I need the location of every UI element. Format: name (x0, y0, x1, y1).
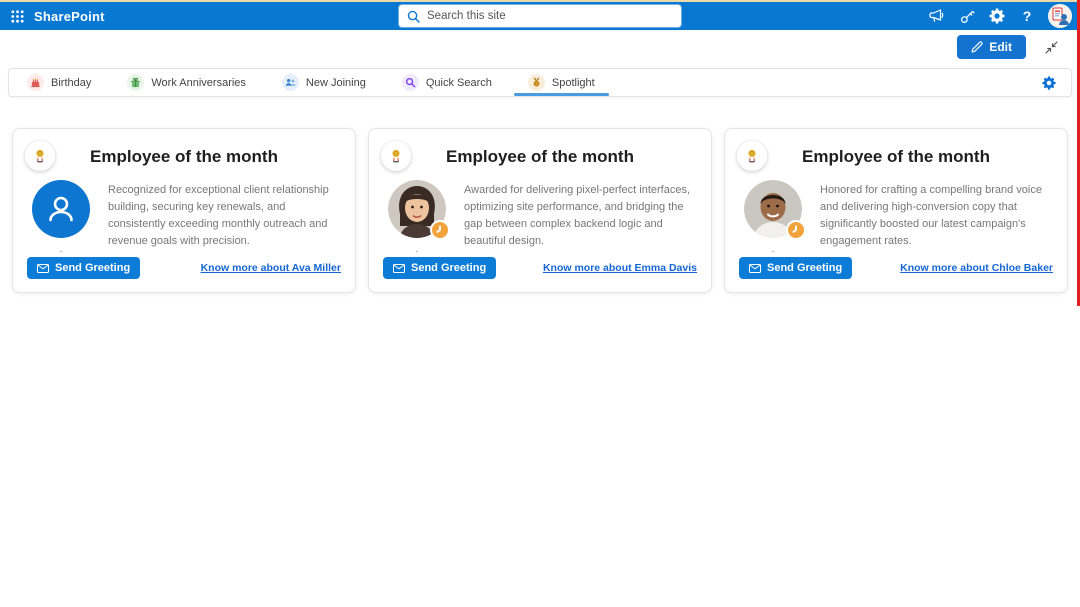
edit-button-label: Edit (989, 40, 1012, 54)
know-more-link[interactable]: Know more about Ava Miller (201, 262, 341, 274)
card-title: Employee of the month (383, 147, 697, 167)
edit-button[interactable]: Edit (957, 35, 1026, 59)
employee-cards-row: Employee of the month - Recognized for e… (0, 128, 1080, 293)
send-greeting-label: Send Greeting (411, 262, 486, 274)
away-clock-badge (430, 220, 450, 240)
card-description: Honored for crafting a compelling brand … (820, 182, 1053, 256)
medal-badge-icon (25, 141, 55, 171)
employee-card: Employee of the month - Recognized for e… (12, 128, 356, 293)
search-icon (407, 10, 420, 23)
clock-icon (791, 225, 801, 235)
tab-label: Birthday (51, 77, 91, 89)
default-person-avatar (32, 180, 90, 238)
medal-badge-icon (737, 141, 767, 171)
tab-label: Spotlight (552, 77, 595, 89)
app-name[interactable]: SharePoint (34, 9, 105, 24)
user-avatar[interactable] (1048, 4, 1072, 28)
know-more-link[interactable]: Know more about Chloe Baker (900, 262, 1053, 274)
envelope-icon (749, 264, 761, 273)
person-name: - (772, 246, 775, 256)
away-clock-badge (786, 220, 806, 240)
know-more-link[interactable]: Know more about Emma Davis (543, 262, 697, 274)
tab-quick-search[interactable]: Quick Search (384, 69, 510, 96)
clock-icon (435, 225, 445, 235)
app-launcher-waffle-icon[interactable] (0, 2, 34, 30)
command-bar: Edit (0, 30, 1080, 64)
settings-gear-icon[interactable] (982, 2, 1012, 30)
tab-label: New Joining (306, 77, 366, 89)
card-title: Employee of the month (27, 147, 341, 167)
megaphone-icon[interactable] (922, 2, 952, 30)
tab-birthday[interactable]: Birthday (9, 69, 109, 96)
tab-spotlight[interactable]: Spotlight (510, 69, 613, 96)
send-greeting-button[interactable]: Send Greeting (739, 257, 852, 279)
medal-icon (528, 74, 545, 91)
tab-label: Work Anniversaries (151, 77, 246, 89)
card-title: Employee of the month (739, 147, 1053, 167)
suite-bar-right: ? (922, 2, 1080, 30)
tab-settings-gear-icon[interactable] (1027, 69, 1071, 96)
suite-bar: SharePoint (0, 2, 1080, 30)
tab-label: Quick Search (426, 77, 492, 89)
card-description: Recognized for exceptional client relati… (108, 182, 341, 256)
person-name: - (416, 246, 419, 256)
card-description: Awarded for delivering pixel-perfect int… (464, 182, 697, 256)
employee-card: Employee of the month (724, 128, 1068, 293)
envelope-icon (37, 264, 49, 273)
people-icon (282, 74, 299, 91)
tab-bar: Birthday Work Anniversaries (8, 68, 1072, 97)
search-box[interactable] (399, 5, 681, 27)
gift-icon (127, 74, 144, 91)
page: SharePoint (0, 0, 1080, 607)
employee-card: Employee of the month (368, 128, 712, 293)
tab-work-anniversaries[interactable]: Work Anniversaries (109, 69, 264, 96)
send-greeting-label: Send Greeting (767, 262, 842, 274)
send-greeting-button[interactable]: Send Greeting (27, 257, 140, 279)
collapse-icon[interactable] (1040, 36, 1062, 58)
cake-icon (27, 74, 44, 91)
waffle-icon (11, 10, 24, 23)
pencil-icon (971, 41, 983, 53)
send-greeting-label: Send Greeting (55, 262, 130, 274)
key-icon[interactable] (952, 2, 982, 30)
send-greeting-button[interactable]: Send Greeting (383, 257, 496, 279)
medal-badge-icon (381, 141, 411, 171)
envelope-icon (393, 264, 405, 273)
search-input[interactable] (427, 10, 673, 22)
search-icon (402, 74, 419, 91)
person-icon (44, 192, 78, 226)
help-icon[interactable]: ? (1012, 2, 1042, 30)
person-name: - (60, 246, 63, 256)
tab-new-joining[interactable]: New Joining (264, 69, 384, 96)
